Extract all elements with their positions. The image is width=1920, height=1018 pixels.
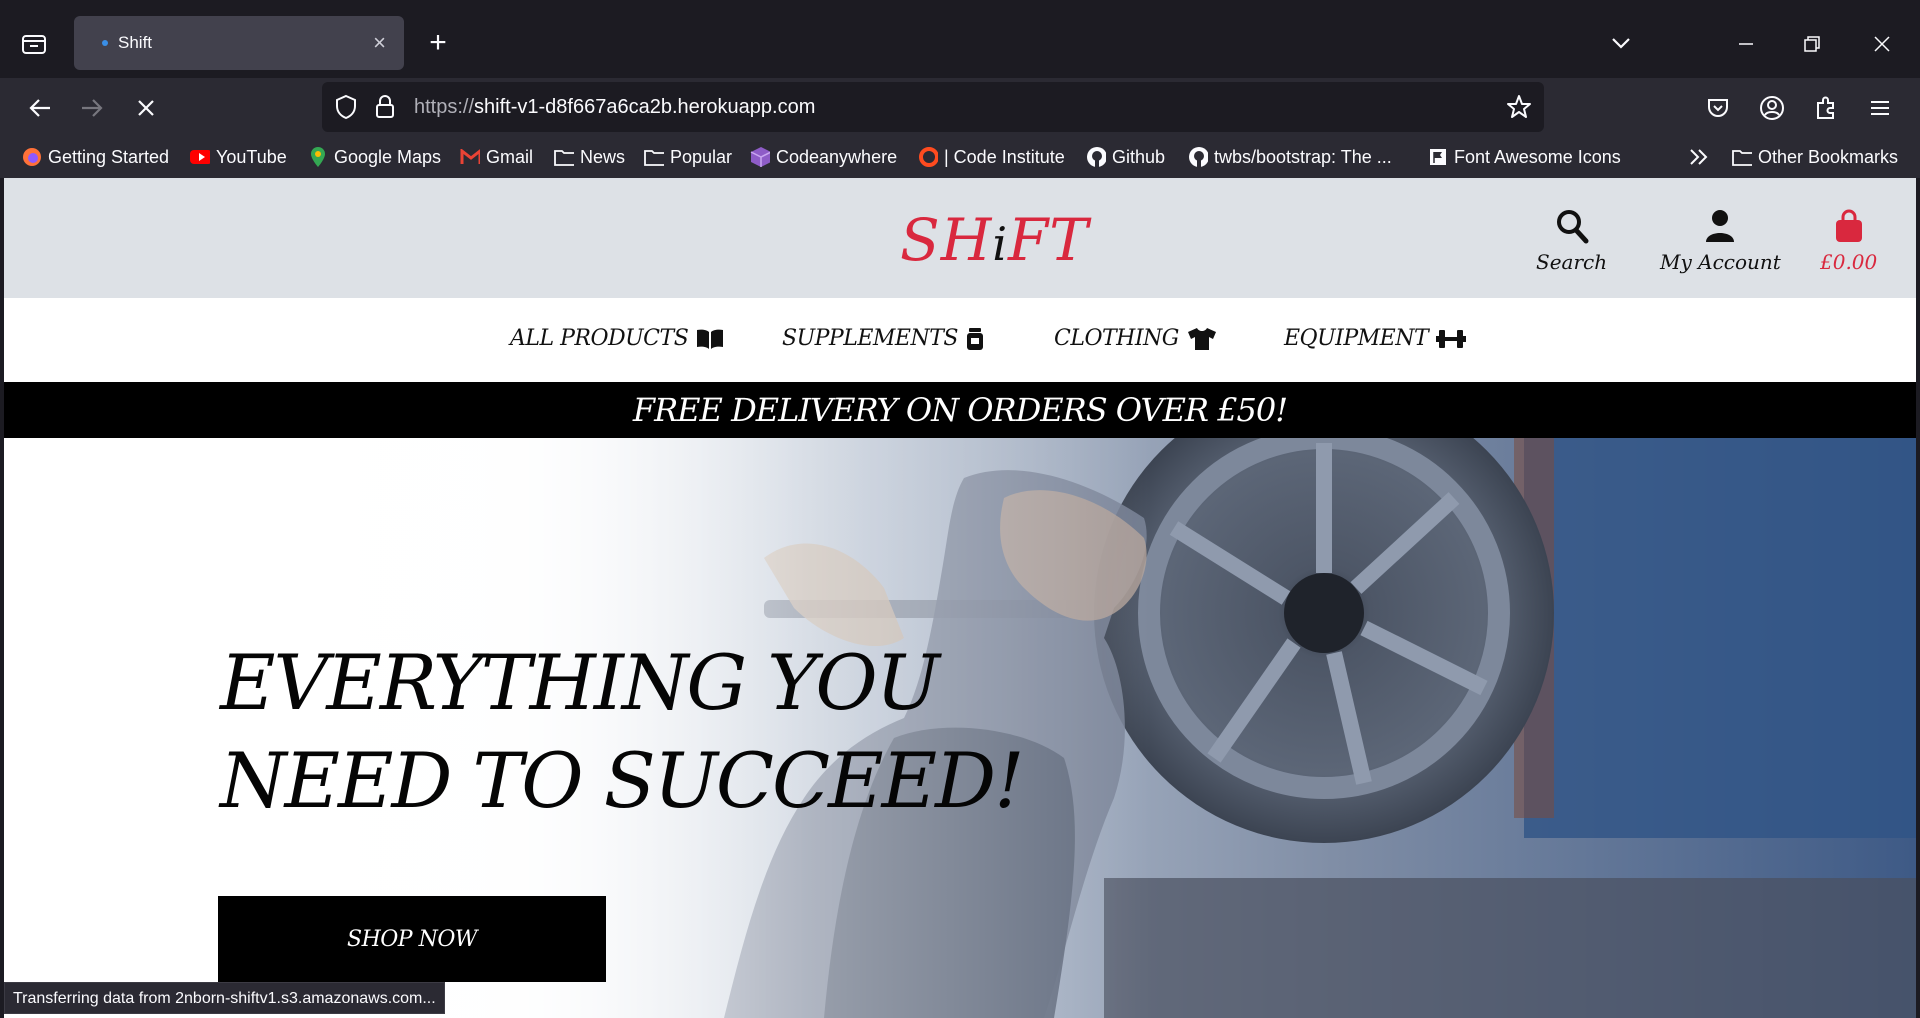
url-bar[interactable]: https://shift-v1-d8f667a6ca2b.herokuapp.… (322, 82, 1544, 132)
nav-clothing[interactable]: CLOTHING (1054, 326, 1217, 351)
account-circle-icon[interactable] (1754, 90, 1790, 126)
codeanywhere-cube-icon (750, 147, 770, 167)
flag-icon (1428, 147, 1448, 167)
nav-equipment[interactable]: EQUIPMENT (1284, 326, 1467, 351)
bookmark-folder-news[interactable]: News (554, 144, 625, 170)
github-icon (1086, 147, 1106, 167)
hero-section: EVERYTHING YOU NEED TO SUCCEED! SHOP NOW (4, 438, 1916, 1018)
main-navigation: ALL PRODUCTS SUPPLEMENTS CLOTHING EQUIPM… (4, 298, 1916, 382)
shield-icon[interactable] (334, 94, 358, 125)
folder-icon (644, 147, 664, 167)
stop-loading-icon[interactable] (128, 90, 164, 126)
menu-hamburger-icon[interactable] (1862, 90, 1898, 126)
forward-arrow-icon[interactable] (74, 90, 110, 126)
restore-icon[interactable] (1792, 24, 1832, 64)
extensions-icon[interactable] (1808, 90, 1844, 126)
user-icon (1706, 210, 1735, 242)
browser-titlebar: Shift × + (0, 0, 1920, 78)
bookmark-codeanywhere[interactable]: Codeanywhere (750, 144, 897, 170)
shop-now-button[interactable]: SHOP NOW (218, 896, 606, 982)
browser-toolbar: https://shift-v1-d8f667a6ca2b.herokuapp.… (0, 78, 1920, 136)
web-page: SHiFT Search My Account £0.00 ALL PRODUC… (4, 178, 1916, 1018)
bookmarks-toolbar: Getting Started YouTube Google Maps Gmai… (0, 136, 1920, 178)
minimize-icon[interactable] (1726, 24, 1766, 64)
bookmark-star-icon[interactable] (1506, 94, 1532, 120)
site-header: SHiFT Search My Account £0.00 (4, 178, 1916, 298)
nav-all-products[interactable]: ALL PRODUCTS (510, 326, 724, 351)
tab-title: Shift (118, 33, 153, 52)
new-tab-button[interactable]: + (420, 26, 456, 62)
folder-icon (554, 147, 574, 167)
chevron-down-icon[interactable] (1606, 28, 1636, 58)
bookmark-getting-started[interactable]: Getting Started (22, 144, 169, 170)
bookmark-font-awesome[interactable]: Font Awesome Icons (1428, 144, 1621, 170)
url-text[interactable]: https://shift-v1-d8f667a6ca2b.herokuapp.… (414, 96, 815, 119)
tshirt-icon (1187, 327, 1216, 350)
bookmarks-overflow-chevron-icon[interactable] (1688, 144, 1710, 170)
header-search-link[interactable]: Search (1536, 208, 1607, 274)
pocket-icon[interactable] (1700, 90, 1736, 126)
bookmark-other-bookmarks[interactable]: Other Bookmarks (1732, 144, 1898, 170)
tab-list-icon[interactable] (14, 26, 54, 62)
status-bar: Transferring data from 2nborn-shiftv1.s3… (4, 982, 445, 1014)
close-tab-icon[interactable]: × (373, 30, 386, 56)
lock-icon[interactable] (374, 94, 396, 125)
nav-supplements[interactable]: SUPPLEMENTS (782, 326, 984, 351)
bookmark-gmail[interactable]: Gmail (460, 144, 533, 170)
free-delivery-banner: FREE DELIVERY ON ORDERS OVER £50! (4, 382, 1916, 438)
google-maps-pin-icon (308, 147, 328, 167)
bookmark-twbs-bootstrap[interactable]: twbs/bootstrap: The ... (1188, 144, 1392, 170)
code-institute-ring-icon (918, 147, 938, 167)
search-icon (1556, 210, 1589, 244)
site-logo[interactable]: SHiFT (900, 206, 1089, 274)
folder-icon (1732, 147, 1752, 167)
gmail-icon (460, 147, 480, 167)
bookmark-github[interactable]: Github (1086, 144, 1165, 170)
browser-tab-active[interactable]: Shift × (74, 16, 404, 70)
loading-dot-icon (102, 40, 108, 46)
header-bag-link[interactable]: £0.00 (1820, 208, 1877, 274)
shopping-bag-icon (1835, 209, 1862, 242)
header-account-link[interactable]: My Account (1660, 208, 1781, 274)
github-icon (1188, 147, 1208, 167)
bookmark-code-institute[interactable]: | Code Institute (918, 144, 1065, 170)
bookmark-folder-popular[interactable]: Popular (644, 144, 732, 170)
hero-heading: EVERYTHING YOU NEED TO SUCCEED! (220, 638, 1025, 825)
youtube-icon (190, 147, 210, 167)
dumbbell-icon (1436, 329, 1467, 348)
bookmark-google-maps[interactable]: Google Maps (308, 144, 441, 170)
bookmark-youtube[interactable]: YouTube (190, 144, 287, 170)
book-open-icon (697, 329, 724, 349)
back-arrow-icon[interactable] (22, 90, 58, 126)
close-window-icon[interactable] (1862, 24, 1902, 64)
jar-icon (966, 327, 983, 350)
firefox-icon (22, 147, 42, 167)
